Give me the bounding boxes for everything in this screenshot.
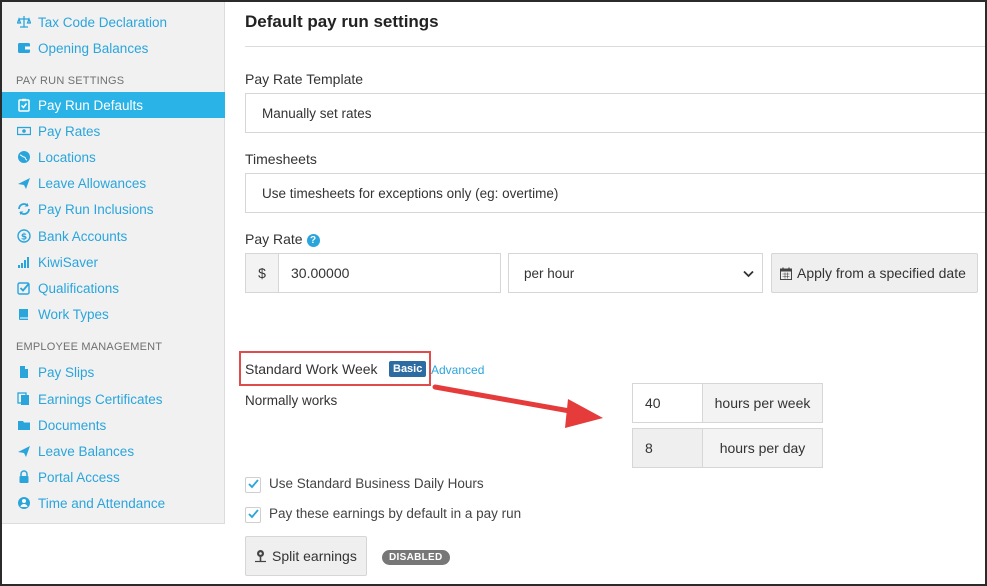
refresh-icon: [16, 201, 32, 217]
use-standard-hours-checkbox[interactable]: [245, 477, 261, 493]
sidebar-item-documents[interactable]: Documents: [2, 412, 225, 438]
sidebar-item-leave-allowances[interactable]: Leave Allowances: [2, 170, 225, 196]
timesheets-label: Timesheets: [245, 151, 317, 167]
clipboard-check-icon: [16, 97, 32, 113]
hours-per-week-input[interactable]: 40: [632, 383, 703, 423]
basic-badge[interactable]: Basic: [389, 361, 427, 377]
sidebar-item-label: Portal Access: [38, 469, 120, 485]
sidebar-item-locations[interactable]: Locations: [2, 144, 225, 170]
pay-by-default-checkbox[interactable]: [245, 507, 261, 523]
scales-icon: [16, 14, 32, 30]
folder-icon: [16, 417, 32, 433]
sidebar-item-label: Earnings Certificates: [38, 391, 163, 407]
currency-addon: $: [245, 253, 279, 293]
check-icon: [247, 476, 259, 494]
checkbox-icon: [16, 280, 32, 296]
apply-from-date-label: Apply from a specified date: [797, 265, 966, 281]
pay-rate-label-row: Pay Rate?: [245, 231, 320, 247]
user-clock-icon: [16, 495, 32, 511]
sidebar-item-qualifications[interactable]: Qualifications: [2, 275, 225, 301]
wallet-icon: [16, 40, 32, 56]
svg-text:$: $: [21, 233, 27, 243]
sidebar-item-label: Documents: [38, 417, 107, 433]
dollar-circle-icon: $: [16, 228, 32, 244]
sidebar-item-label: Leave Allowances: [38, 175, 147, 191]
sidebar-item-kiwisaver[interactable]: KiwiSaver: [2, 249, 225, 275]
sidebar-item-earnings-certificates[interactable]: Earnings Certificates: [2, 386, 225, 412]
timesheets-select[interactable]: Use timesheets for exceptions only (eg: …: [245, 173, 987, 213]
map-pin-icon: [254, 549, 267, 563]
sidebar-item-bank-accounts[interactable]: $ Bank Accounts: [2, 223, 225, 249]
sidebar-item-pay-rates[interactable]: Pay Rates: [2, 118, 225, 144]
plane-icon: [16, 175, 32, 191]
document-icon: [16, 364, 32, 380]
sidebar-item-label: Tax Code Declaration: [38, 14, 168, 30]
split-earnings-label: Split earnings: [272, 548, 357, 564]
sidebar-item-pay-slips[interactable]: Pay Slips: [2, 359, 225, 385]
pay-rate-value: 30.00000: [291, 265, 350, 281]
standard-work-week-label: Standard Work Week: [245, 361, 378, 377]
pay-by-default-label: Pay these earnings by default in a pay r…: [269, 506, 522, 521]
use-standard-hours-label: Use Standard Business Daily Hours: [269, 476, 484, 491]
sidebar-item-label: Leave Balances: [38, 443, 135, 459]
sidebar-item-work-types[interactable]: Work Types: [2, 301, 225, 327]
apply-from-date-button[interactable]: Apply from a specified date: [771, 253, 978, 293]
sidebar-item-tax-code-declaration[interactable]: Tax Code Declaration: [2, 9, 225, 35]
hours-per-day-addon: hours per day: [702, 428, 823, 468]
page-title: Default pay run settings: [245, 12, 439, 31]
sidebar: Tax Code Declaration Opening Balances PA…: [2, 2, 225, 524]
sidebar-item-label: Pay Slips: [38, 364, 95, 380]
sidebar-item-label: Pay Run Inclusions: [38, 201, 154, 217]
signal-bars-icon: [16, 254, 32, 270]
sidebar-item-label: Qualifications: [38, 280, 120, 296]
section-heading-pay-run-settings: PAY RUN SETTINGS: [16, 75, 125, 87]
sidebar-item-label: Opening Balances: [38, 40, 149, 56]
main-content: Default pay run settings Pay Rate Templa…: [239, 0, 987, 584]
sidebar-item-portal-access[interactable]: Portal Access: [2, 464, 225, 490]
hours-per-day-input: 8: [632, 428, 703, 468]
sidebar-item-label: Pay Rates: [38, 123, 101, 139]
pay-rate-template-select[interactable]: Manually set rates: [245, 93, 987, 133]
sidebar-item-opening-balances[interactable]: Opening Balances: [2, 35, 225, 61]
title-divider: [245, 46, 985, 47]
calendar-icon: [780, 267, 792, 280]
sidebar-item-leave-balances[interactable]: Leave Balances: [2, 438, 225, 464]
hours-per-day-value: 8: [645, 440, 653, 456]
pay-rate-input[interactable]: 30.00000: [278, 253, 501, 293]
split-earnings-button[interactable]: Split earnings: [245, 536, 367, 576]
pay-rate-template-value: Manually set rates: [262, 105, 372, 121]
disabled-badge: DISABLED: [382, 550, 450, 565]
pay-rate-unit-value: per hour: [524, 265, 575, 281]
timesheets-value: Use timesheets for exceptions only (eg: …: [262, 185, 559, 201]
pay-rate-label: Pay Rate: [245, 231, 303, 247]
sidebar-item-pay-run-inclusions[interactable]: Pay Run Inclusions: [2, 196, 225, 222]
chevron-down-icon: [743, 266, 754, 281]
sidebar-item-label: KiwiSaver: [38, 254, 99, 270]
sidebar-item-label: Bank Accounts: [38, 228, 128, 244]
lock-icon: [16, 469, 32, 485]
plane-icon: [16, 443, 32, 459]
sidebar-item-label: Locations: [38, 149, 96, 165]
sidebar-item-label: Work Types: [38, 306, 109, 322]
help-icon[interactable]: ?: [306, 234, 320, 247]
copy-icon: [16, 391, 32, 407]
hours-per-week-value: 40: [645, 395, 661, 411]
globe-icon: [16, 149, 32, 165]
pay-rate-unit-select[interactable]: per hour: [508, 253, 763, 293]
normally-works-label: Normally works: [245, 393, 338, 408]
sidebar-item-label: Time and Attendance: [38, 495, 166, 511]
money-icon: [16, 123, 32, 139]
hours-per-week-addon: hours per week: [702, 383, 823, 423]
section-heading-employee-management: EMPLOYEE MANAGEMENT: [16, 341, 163, 353]
pay-rate-template-label: Pay Rate Template: [245, 71, 364, 87]
sidebar-item-pay-run-defaults[interactable]: Pay Run Defaults: [2, 92, 225, 118]
check-icon: [247, 506, 259, 524]
advanced-link[interactable]: Advanced: [431, 363, 484, 377]
sidebar-item-time-and-attendance[interactable]: Time and Attendance: [2, 490, 225, 516]
annotation-arrow: [432, 384, 603, 428]
book-icon: [16, 306, 32, 322]
sidebar-item-label: Pay Run Defaults: [38, 97, 144, 113]
